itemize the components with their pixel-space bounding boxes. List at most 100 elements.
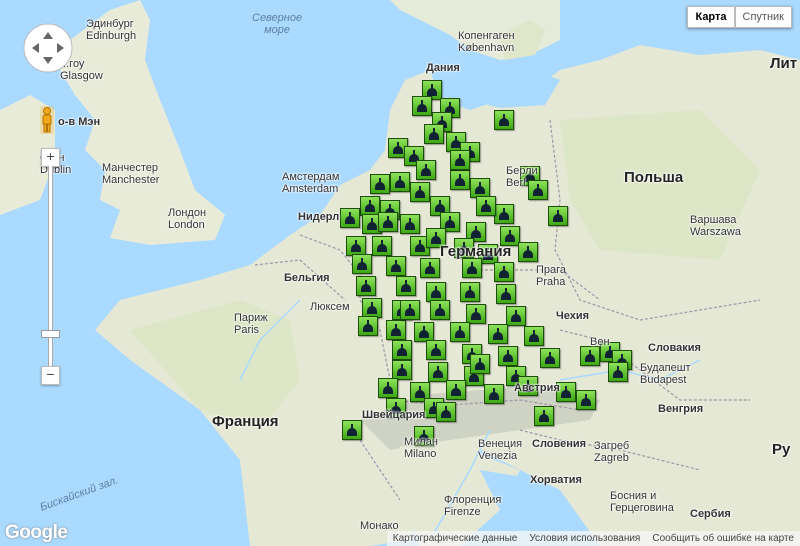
map-marker[interactable] xyxy=(412,96,432,116)
map-marker[interactable] xyxy=(414,322,434,342)
map-marker[interactable] xyxy=(390,172,410,192)
map-marker[interactable] xyxy=(494,110,514,130)
label-isle-of-man: о-в Мэн xyxy=(58,116,101,128)
map-marker[interactable] xyxy=(450,322,470,342)
street-view-pegman-icon[interactable] xyxy=(40,106,54,134)
pan-control[interactable] xyxy=(22,22,74,74)
map-marker[interactable] xyxy=(506,306,526,326)
map-marker[interactable] xyxy=(518,242,538,262)
label-paris: Париж Paris xyxy=(234,312,268,336)
label-manchester: Манчестер Manchester xyxy=(102,162,160,186)
map-marker[interactable] xyxy=(346,236,366,256)
label-zagreb: Загреб Zagreb xyxy=(594,440,630,464)
map-marker[interactable] xyxy=(460,282,480,302)
map-marker[interactable] xyxy=(470,354,490,374)
map-marker[interactable] xyxy=(524,326,544,346)
map-marker[interactable] xyxy=(446,380,466,400)
map-marker[interactable] xyxy=(342,420,362,440)
zoom-out-button[interactable]: − xyxy=(41,366,60,385)
map-marker[interactable] xyxy=(378,212,398,232)
label-slovakia: Словакия xyxy=(648,342,701,354)
label-france: Франция xyxy=(212,413,279,430)
label-austria: Австрия xyxy=(514,382,560,394)
label-budapest: Будапешт Budapest xyxy=(640,362,691,386)
label-milan: Милан Milano xyxy=(404,436,438,460)
label-lithuania: Лит xyxy=(770,55,798,72)
map-marker[interactable] xyxy=(426,340,446,360)
map-type-map-button[interactable]: Карта xyxy=(687,6,735,28)
map-marker[interactable] xyxy=(548,206,568,226)
map-marker[interactable] xyxy=(416,160,436,180)
label-north-sea: Северное море xyxy=(252,12,303,36)
zoom-slider-thumb[interactable] xyxy=(41,330,60,338)
map-marker[interactable] xyxy=(356,276,376,296)
label-florence: Флоренция Firenze xyxy=(444,494,502,518)
map-marker[interactable] xyxy=(360,196,380,216)
map-marker[interactable] xyxy=(498,346,518,366)
label-warsaw: Варшава Warszawa xyxy=(690,214,741,238)
map-marker[interactable] xyxy=(476,196,496,216)
report-error-link[interactable]: Сообщить об ошибке на карте xyxy=(646,531,800,546)
map-marker[interactable] xyxy=(496,284,516,304)
map-marker[interactable] xyxy=(466,304,486,324)
map-marker[interactable] xyxy=(396,276,416,296)
map-canvas[interactable]: Северное море Бискайский зал. Эдинбург E… xyxy=(0,0,800,546)
map-marker[interactable] xyxy=(372,236,392,256)
map-marker[interactable] xyxy=(386,256,406,276)
map-marker[interactable] xyxy=(608,362,628,382)
map-marker[interactable] xyxy=(540,348,560,368)
map-marker[interactable] xyxy=(392,340,412,360)
map-marker[interactable] xyxy=(450,150,470,170)
map-type-control: Карта Спутник xyxy=(687,6,792,28)
zoom-in-button[interactable]: + xyxy=(41,148,60,167)
map-marker[interactable] xyxy=(400,214,420,234)
label-venice: Венеция Venezia xyxy=(478,438,523,462)
map-marker[interactable] xyxy=(428,362,448,382)
map-marker[interactable] xyxy=(470,178,490,198)
label-czech: Чехия xyxy=(556,310,589,322)
zoom-slider-track[interactable] xyxy=(41,166,60,380)
map-marker[interactable] xyxy=(362,298,382,318)
label-amsterdam: Амстердам Amsterdam xyxy=(282,171,340,195)
map-marker[interactable] xyxy=(392,360,412,380)
label-slovenia: Словения xyxy=(532,438,587,450)
map-data-link[interactable]: Картографические данные xyxy=(387,531,524,546)
map-marker[interactable] xyxy=(378,378,398,398)
map-marker[interactable] xyxy=(580,346,600,366)
label-prague: Прага Praha xyxy=(536,264,567,288)
terms-link[interactable]: Условия использования xyxy=(523,531,646,546)
label-copenhagen: Копенгаген København xyxy=(458,30,515,54)
map-marker[interactable] xyxy=(488,324,508,344)
map-type-satellite-button[interactable]: Спутник xyxy=(734,6,792,28)
map-marker[interactable] xyxy=(386,320,406,340)
map-marker[interactable] xyxy=(370,174,390,194)
map-marker[interactable] xyxy=(494,204,514,224)
map-marker[interactable] xyxy=(358,316,378,336)
map-marker[interactable] xyxy=(410,182,430,202)
label-denmark: Дания xyxy=(426,62,460,74)
label-germany: Германия xyxy=(440,243,512,260)
map-marker[interactable] xyxy=(484,384,504,404)
map-marker[interactable] xyxy=(450,170,470,190)
label-luxembourg: Люксем xyxy=(310,301,350,313)
label-bosnia: Босния и Герцеговина xyxy=(610,490,674,514)
map-marker[interactable] xyxy=(494,262,514,282)
label-berlin: Берли Berl xyxy=(506,165,538,189)
map-marker[interactable] xyxy=(462,258,482,278)
map-marker[interactable] xyxy=(400,300,420,320)
map-marker[interactable] xyxy=(426,282,446,302)
map-marker[interactable] xyxy=(352,254,372,274)
map-marker[interactable] xyxy=(424,124,444,144)
map-marker[interactable] xyxy=(340,208,360,228)
map-marker[interactable] xyxy=(576,390,596,410)
map-marker[interactable] xyxy=(534,406,554,426)
label-romania: Ру xyxy=(772,441,791,458)
label-switzerland: Швейцария xyxy=(362,409,426,421)
google-logo: Google xyxy=(5,522,68,543)
map-marker[interactable] xyxy=(430,300,450,320)
label-croatia: Хорватия xyxy=(530,474,582,486)
map-marker[interactable] xyxy=(436,402,456,422)
map-footer: Картографические данные Условия использо… xyxy=(386,531,800,546)
map-marker[interactable] xyxy=(420,258,440,278)
label-netherlands: Нидерл xyxy=(298,211,340,223)
